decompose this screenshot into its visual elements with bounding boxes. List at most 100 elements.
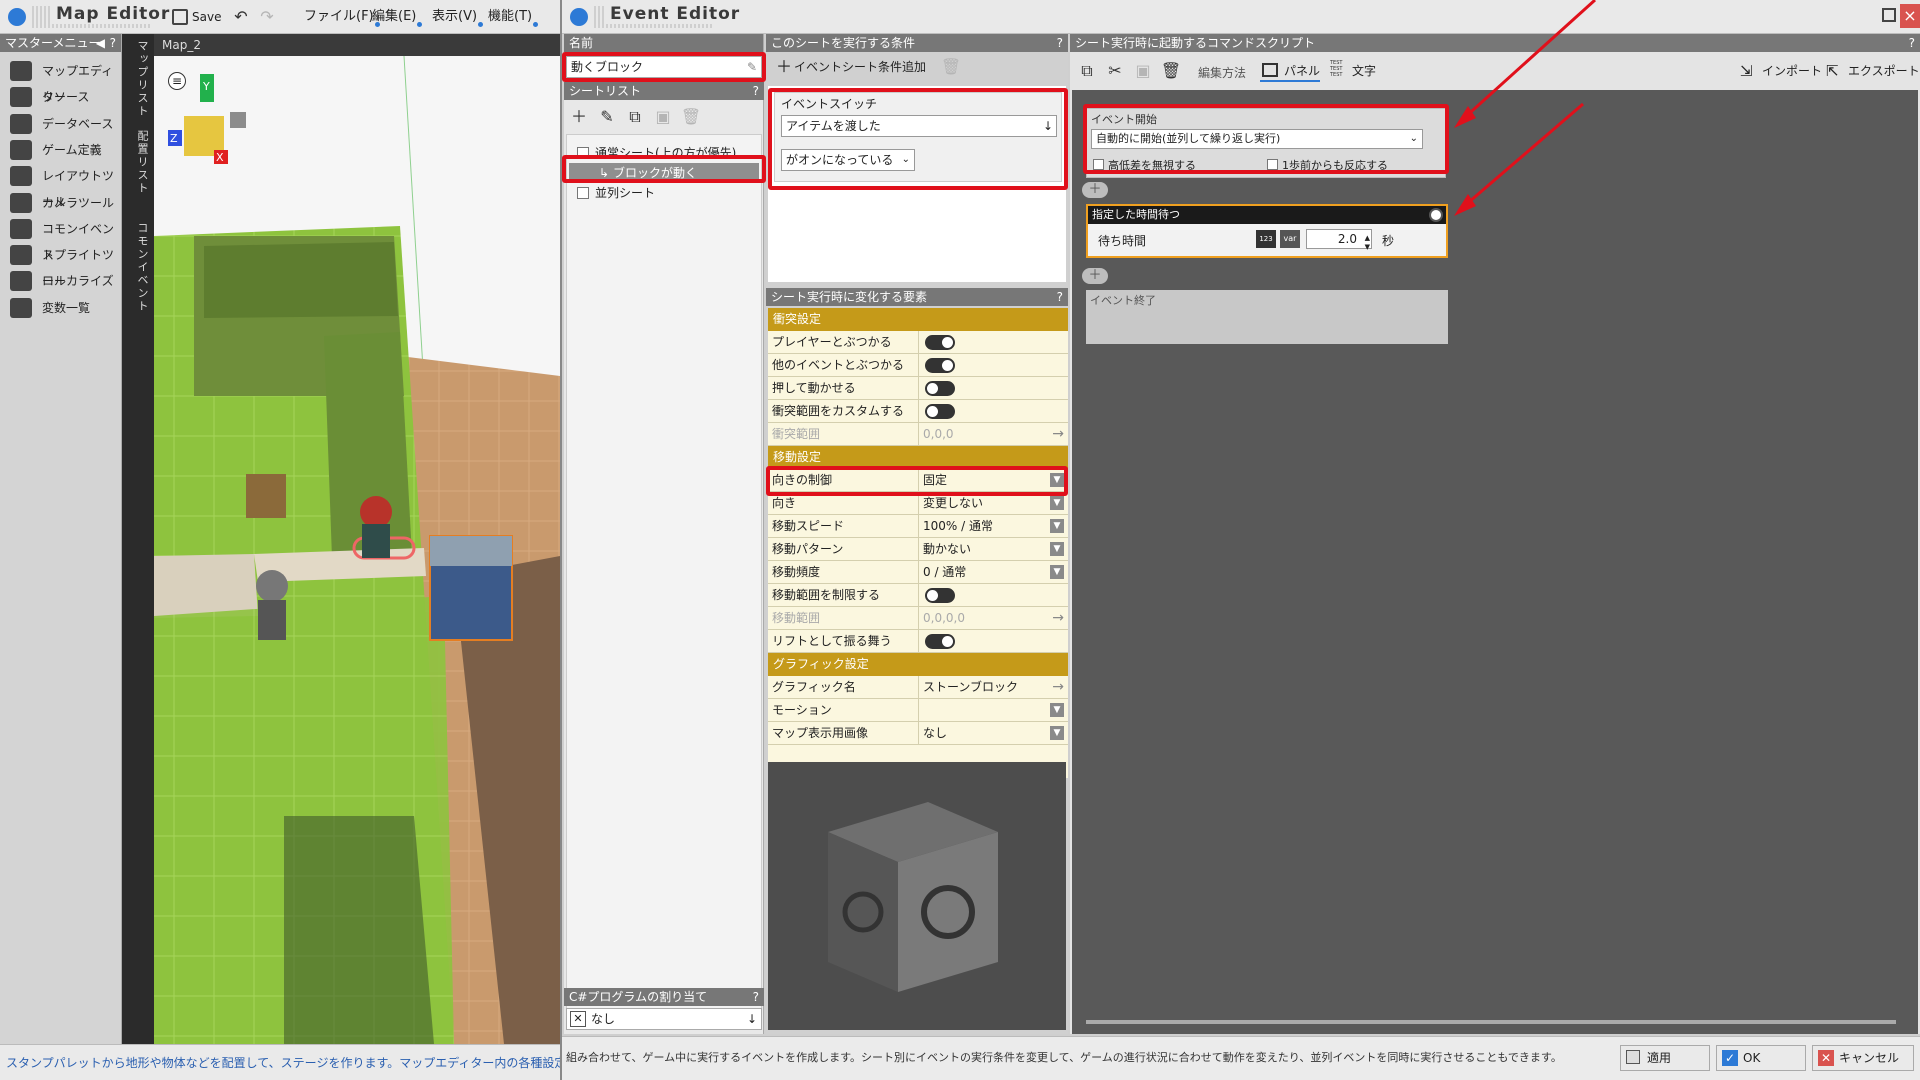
property-value[interactable]: 固定 ▼ <box>918 469 1068 491</box>
property-value[interactable]: 100% / 通常 ▼ <box>918 515 1068 537</box>
dropdown-arrow-icon[interactable]: ↓ <box>1043 116 1053 136</box>
toggle-switch[interactable] <box>925 358 955 373</box>
save-button[interactable]: Save <box>170 6 221 28</box>
wait-block[interactable]: 指定した時間待つ 待ち時間 123 var 2.0 ▲ ▼ 秒 <box>1086 204 1448 258</box>
insert-command-icon[interactable]: ＋ <box>1082 268 1108 284</box>
cut-icon[interactable]: ✂ <box>1104 60 1126 82</box>
tab-map-list[interactable]: マップリスト <box>128 40 150 118</box>
copy-sheet-icon[interactable]: ⧉ <box>624 106 646 128</box>
delete-icon[interactable]: 🗑 <box>1160 60 1182 82</box>
dropdown-icon[interactable]: ▼ <box>1050 519 1064 533</box>
paste-sheet-icon[interactable]: ▣ <box>652 106 674 128</box>
one-step-checkbox[interactable]: 1歩前からも反応する <box>1267 157 1388 173</box>
property-value[interactable]: 動かない ▼ <box>918 538 1068 560</box>
property-value[interactable] <box>918 331 1068 353</box>
menu-view[interactable]: 表示(V) <box>426 5 484 29</box>
help-icon[interactable]: ? <box>1057 288 1063 306</box>
help-icon[interactable]: ? <box>110 34 116 52</box>
movement-row[interactable]: 移動範囲 0,0,0,0 → <box>768 607 1068 630</box>
start-mode-select[interactable]: 自動的に開始(並列して繰り返し実行) ⌄ <box>1091 129 1423 149</box>
collision-row[interactable]: 押して動かせる <box>768 377 1068 400</box>
property-value[interactable]: 変更しない ▼ <box>918 492 1068 514</box>
view-menu-icon[interactable]: ≡ <box>168 72 186 90</box>
add-condition-button[interactable]: ＋ イベントシート条件追加 <box>774 56 926 78</box>
sidebar-item-7[interactable]: スプライトツール <box>8 242 118 288</box>
help-icon[interactable]: ? <box>1057 34 1063 52</box>
property-value[interactable] <box>918 630 1068 652</box>
collision-row[interactable]: 衝突範囲 0,0,0 → <box>768 423 1068 446</box>
dropdown-icon[interactable]: ▼ <box>1050 565 1064 579</box>
graphics-row[interactable]: モーション ▼ <box>768 699 1068 722</box>
collision-row[interactable]: プレイヤーとぶつかる <box>768 331 1068 354</box>
movement-row[interactable]: 移動範囲を制限する <box>768 584 1068 607</box>
property-value[interactable]: 0 / 通常 ▼ <box>918 561 1068 583</box>
collision-row[interactable]: 他のイベントとぶつかる <box>768 354 1068 377</box>
dropdown-icon[interactable]: ▼ <box>1050 496 1064 510</box>
graphics-row[interactable]: グラフィック名 ストーンブロック → <box>768 676 1068 699</box>
sidebar-item-3[interactable]: ゲーム定義 <box>8 137 118 163</box>
copy-icon[interactable]: ⧉ <box>1076 60 1098 82</box>
panel-mode-button[interactable]: パネル <box>1260 60 1321 82</box>
toggle-switch[interactable] <box>925 588 955 603</box>
pencil-icon[interactable]: ✎ <box>747 57 757 77</box>
sidebar-item-5[interactable]: カメラツール <box>8 190 118 216</box>
chevron-down-icon[interactable]: ⌄ <box>902 150 910 170</box>
delete-condition-icon[interactable]: 🗑 <box>940 56 962 78</box>
help-icon[interactable]: ? <box>753 988 759 1006</box>
sheet-item-block-moves[interactable]: ↳ ブロックが動く <box>569 163 759 183</box>
clear-icon[interactable]: ✕ <box>570 1011 586 1027</box>
number-mode-icon[interactable]: 123 <box>1256 230 1276 248</box>
switch-state-select[interactable]: がオンになっている ⌄ <box>781 149 915 171</box>
movement-row[interactable]: 向き 変更しない ▼ <box>768 492 1068 515</box>
property-value[interactable] <box>918 377 1068 399</box>
event-start-block[interactable]: イベント開始 自動的に開始(並列して繰り返し実行) ⌄ 高低差を無視する 1歩前… <box>1086 108 1446 178</box>
collapse-icon[interactable]: ◀ <box>96 34 105 52</box>
movement-row[interactable]: 移動パターン 動かない ▼ <box>768 538 1068 561</box>
movement-row[interactable]: 移動頻度 0 / 通常 ▼ <box>768 561 1068 584</box>
movement-row[interactable]: 向きの制御 固定 ▼ <box>768 469 1068 492</box>
spin-down-icon[interactable]: ▼ <box>1365 238 1370 256</box>
csharp-select[interactable]: ✕ なし ↓ <box>566 1008 762 1030</box>
toggle-switch[interactable] <box>925 335 955 350</box>
sidebar-item-6[interactable]: コモンイベント <box>8 216 118 262</box>
toggle-switch[interactable] <box>925 634 955 649</box>
sheet-item-normal[interactable]: 通常シート(上の方が優先) <box>575 143 761 163</box>
arrow-right-icon[interactable]: → <box>1052 423 1064 445</box>
script-canvas[interactable]: イベント開始 自動的に開始(並列して繰り返し実行) ⌄ 高低差を無視する 1歩前… <box>1072 90 1918 1034</box>
property-value[interactable]: ▼ <box>918 699 1068 721</box>
delete-sheet-icon[interactable]: 🗑 <box>680 106 702 128</box>
close-button[interactable]: × <box>1900 4 1920 28</box>
property-value[interactable] <box>918 584 1068 606</box>
redo-icon[interactable]: ↷ <box>256 6 278 28</box>
ok-button[interactable]: ✓ OK <box>1716 1045 1806 1071</box>
tab-placement-list[interactable]: 配置リスト <box>128 130 150 195</box>
import-button[interactable]: ⇲ インポート <box>1740 60 1822 82</box>
dropdown-icon[interactable]: ▼ <box>1050 726 1064 740</box>
export-button[interactable]: ⇱ エクスポート <box>1826 60 1920 82</box>
add-sheet-icon[interactable]: ＋ <box>568 106 590 128</box>
dropdown-icon[interactable]: ▼ <box>1050 473 1064 487</box>
map-viewport[interactable]: Y Z X ≡ <box>154 56 560 1044</box>
text-mode-button[interactable]: TEST TEST TEST 文字 <box>1330 60 1376 82</box>
variable-mode-icon[interactable]: var <box>1280 230 1300 248</box>
undo-icon[interactable]: ↶ <box>230 6 252 28</box>
dropdown-icon[interactable]: ▼ <box>1050 542 1064 556</box>
sidebar-item-4[interactable]: レイアウトツール <box>8 163 118 209</box>
menu-edit[interactable]: 編集(E) <box>366 5 423 29</box>
arrow-right-icon[interactable]: → <box>1052 607 1064 629</box>
sidebar-item-0[interactable]: マップエディター <box>8 58 118 104</box>
cancel-button[interactable]: ✕ キャンセル <box>1812 1045 1914 1071</box>
checkbox-box[interactable] <box>1093 159 1104 170</box>
switch-select[interactable]: アイテムを渡した ↓ <box>781 115 1057 137</box>
property-value[interactable]: ストーンブロック → <box>918 676 1068 698</box>
sidebar-item-2[interactable]: データベース <box>8 111 118 137</box>
help-icon[interactable]: ? <box>1909 34 1915 52</box>
map-viewport-header[interactable]: Map_2 <box>154 34 560 56</box>
property-value[interactable] <box>918 354 1068 376</box>
sheet-item-parallel[interactable]: 並列シート <box>575 183 761 203</box>
maximize-button[interactable] <box>1882 8 1896 22</box>
toggle-switch[interactable] <box>925 404 955 419</box>
toggle-switch[interactable] <box>925 381 955 396</box>
edit-sheet-icon[interactable]: ✎ <box>596 106 618 128</box>
property-value[interactable]: なし ▼ <box>918 722 1068 744</box>
